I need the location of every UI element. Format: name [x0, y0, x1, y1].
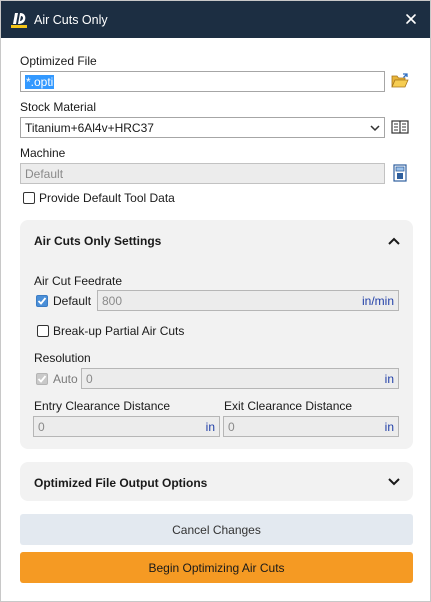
break-up-partial-air-cuts-checkbox[interactable] [37, 325, 49, 337]
entry-clearance-label: Entry Clearance Distance [34, 399, 171, 413]
machine-value: Default [25, 166, 64, 181]
entry-clearance-input[interactable]: 0 in [33, 416, 220, 437]
resolution-value: 0 [86, 371, 93, 386]
provide-default-tool-data-label: Provide Default Tool Data [39, 191, 175, 205]
exit-clearance-value: 0 [228, 419, 235, 434]
resolution-input[interactable]: 0 in [81, 368, 399, 389]
chevron-up-icon[interactable] [387, 234, 401, 248]
machine-input[interactable]: Default [20, 163, 385, 184]
chevron-down-icon[interactable] [387, 475, 401, 489]
feedrate-default-checkbox[interactable] [36, 295, 48, 307]
air-cut-feedrate-value: 800 [102, 293, 123, 308]
checkmark-icon [37, 375, 47, 383]
feedrate-unit: in/min [361, 293, 394, 308]
settings-panel-title: Air Cuts Only Settings [34, 234, 162, 248]
output-panel-title: Optimized File Output Options [34, 476, 208, 490]
break-up-partial-air-cuts-label: Break-up Partial Air Cuts [53, 324, 185, 338]
output-options-panel[interactable]: Optimized File Output Options [20, 462, 413, 501]
app-logo-icon [10, 11, 28, 29]
stock-material-select[interactable]: Titanium+6Al4v+HRC37 [20, 117, 385, 138]
air-cuts-settings-panel: Air Cuts Only Settings Air Cut Feedrate … [20, 220, 413, 449]
folder-open-icon[interactable] [390, 71, 410, 91]
resolution-auto-label: Auto [53, 372, 78, 386]
cancel-changes-button[interactable]: Cancel Changes [20, 514, 413, 545]
stock-material-label: Stock Material [20, 100, 97, 114]
machine-label: Machine [20, 146, 66, 160]
optimized-file-value: *.opti [25, 74, 55, 89]
window-title: Air Cuts Only [34, 13, 108, 27]
close-icon[interactable] [402, 10, 420, 28]
provide-default-tool-data-checkbox[interactable] [23, 192, 35, 204]
chevron-down-icon [370, 121, 380, 135]
air-cut-feedrate-label: Air Cut Feedrate [34, 274, 123, 288]
resolution-auto-checkbox[interactable] [36, 373, 48, 385]
stock-material-value: Titanium+6Al4v+HRC37 [25, 120, 154, 135]
entry-clearance-unit: in [205, 419, 215, 434]
exit-clearance-unit: in [384, 419, 394, 434]
checkmark-icon [37, 297, 47, 305]
resolution-label: Resolution [34, 351, 91, 365]
optimized-file-input[interactable]: *.opti [20, 71, 385, 92]
air-cut-feedrate-input[interactable]: 800 in/min [97, 290, 399, 311]
exit-clearance-label: Exit Clearance Distance [224, 399, 353, 413]
begin-optimizing-button[interactable]: Begin Optimizing Air Cuts [20, 552, 413, 583]
entry-clearance-value: 0 [38, 419, 45, 434]
material-library-icon[interactable] [390, 117, 410, 137]
exit-clearance-input[interactable]: 0 in [223, 416, 399, 437]
resolution-unit: in [384, 371, 394, 386]
optimized-file-label: Optimized File [20, 54, 97, 68]
title-bar[interactable]: Air Cuts Only [1, 1, 430, 38]
dialog-window: Air Cuts Only Optimized File *.opti Stoc… [0, 0, 431, 602]
machine-settings-icon[interactable] [390, 163, 410, 183]
feedrate-default-label: Default [53, 294, 92, 308]
